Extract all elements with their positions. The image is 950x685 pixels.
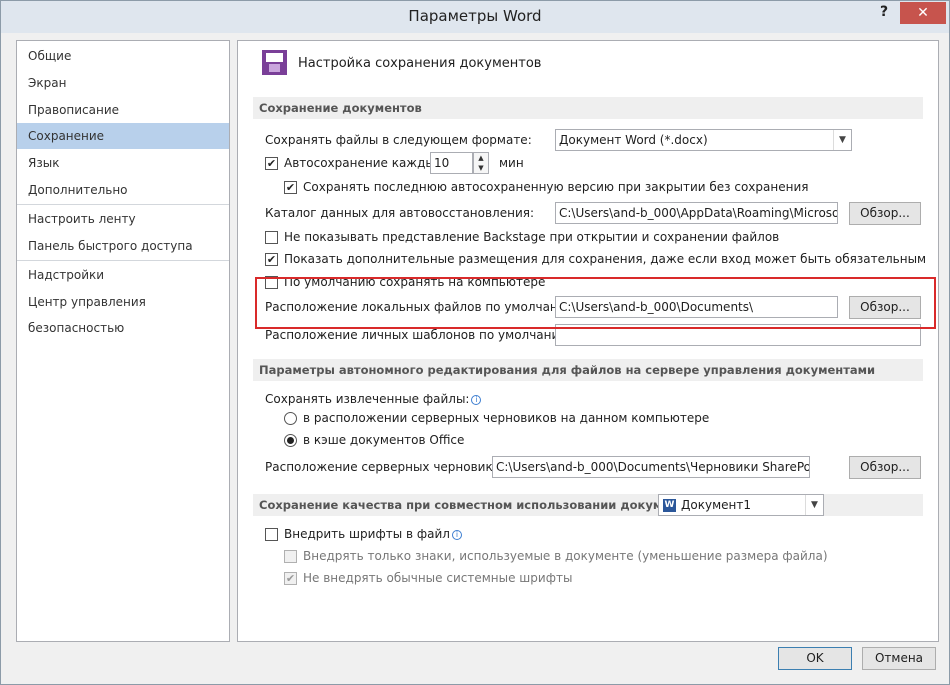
nav-item-customize-ribbon[interactable]: Настроить ленту <box>17 206 229 232</box>
nav-divider <box>17 260 229 261</box>
autosave-minutes-spinner[interactable]: ▲ ▼ <box>473 152 489 174</box>
server-drafts-browse-button[interactable]: Обзор... <box>849 456 921 479</box>
options-nav: Общие Экран Правописание Сохранение Язык… <box>16 40 230 642</box>
section-offline-editing: Параметры автономного редактирования для… <box>253 359 923 381</box>
close-icon: ✕ <box>917 5 929 21</box>
ok-button[interactable]: OK <box>778 647 852 670</box>
radio-selected-dot <box>287 437 294 444</box>
save-floppy-icon <box>262 50 287 75</box>
nav-item-quick-access-toolbar[interactable]: Панель быстрого доступа <box>17 233 229 259</box>
show-more-places-checkbox[interactable]: ✔ <box>265 253 278 266</box>
close-button[interactable]: ✕ <box>900 2 946 24</box>
no-common-fonts-checkbox[interactable]: ✔ <box>284 572 297 585</box>
embed-fonts-checkbox[interactable] <box>265 528 278 541</box>
no-backstage-checkbox[interactable] <box>265 231 278 244</box>
nav-item-proofing[interactable]: Правописание <box>17 97 229 123</box>
embed-used-chars-checkbox[interactable] <box>284 550 297 563</box>
word-options-dialog: Параметры Word ? ✕ Общие Экран Правописа… <box>0 0 950 685</box>
autosave-label: Автосохранение каждые <box>284 156 443 170</box>
nav-divider <box>17 204 229 205</box>
personal-templates-label: Расположение личных шаблонов по умолчани… <box>265 328 574 342</box>
save-to-computer-checkbox[interactable] <box>265 276 278 289</box>
nav-item-trust-center[interactable]: Центр управления безопасностью <box>17 289 229 335</box>
nav-item-save[interactable]: Сохранение <box>17 123 229 149</box>
local-files-location-label: Расположение локальных файлов по умолчан… <box>265 300 580 314</box>
autorecover-browse-button[interactable]: Обзор... <box>849 202 921 225</box>
nav-item-advanced[interactable]: Дополнительно <box>17 177 229 203</box>
personal-templates-input[interactable] <box>555 324 921 346</box>
help-button[interactable]: ? <box>869 4 899 26</box>
radio-server-drafts[interactable] <box>284 412 297 425</box>
page-title: Настройка сохранения документов <box>298 56 542 71</box>
save-format-select[interactable]: Документ Word (*.docx) ▼ <box>555 129 852 151</box>
nav-item-display[interactable]: Экран <box>17 70 229 96</box>
info-icon: i <box>471 395 482 405</box>
radio-office-cache[interactable] <box>284 434 297 447</box>
local-files-browse-button[interactable]: Обзор... <box>849 296 921 319</box>
cancel-button[interactable]: Отмена <box>862 647 936 670</box>
autorecover-location-input[interactable]: C:\Users\and-b_000\AppData\Roaming\Micro… <box>555 202 838 224</box>
options-content: Настройка сохранения документов Сохранен… <box>237 40 939 642</box>
local-files-location-input[interactable]: C:\Users\and-b_000\Documents\ <box>555 296 838 318</box>
fidelity-document-select[interactable]: W Документ1 ▼ <box>658 494 824 516</box>
nav-item-addins[interactable]: Надстройки <box>17 262 229 288</box>
spin-up-icon[interactable]: ▲ <box>474 153 488 163</box>
save-to-computer-label: По умолчанию сохранять на компьютере <box>284 275 546 289</box>
keep-last-autosave-checkbox[interactable]: ✔ <box>284 181 297 194</box>
save-format-value: Документ Word (*.docx) <box>559 133 708 147</box>
embed-used-chars-label: Внедрять только знаки, используемые в до… <box>303 549 828 563</box>
radio-office-cache-label: в кэше документов Office <box>303 433 465 447</box>
no-backstage-label: Не показывать представление Backstage пр… <box>284 230 780 244</box>
autosave-checkbox[interactable]: ✔ <box>265 157 278 170</box>
save-format-label: Сохранять файлы в следующем формате: <box>265 133 532 147</box>
autorecover-location-label: Каталог данных для автовосстановления: <box>265 206 535 220</box>
window-title: Параметры Word <box>408 7 542 25</box>
fidelity-document-value: Документ1 <box>681 498 751 512</box>
show-more-places-label: Показать дополнительные размещения для с… <box>284 252 927 266</box>
section-save-documents: Сохранение документов <box>253 97 923 119</box>
server-drafts-location-label: Расположение серверных черновиков: <box>265 460 512 474</box>
nav-item-general[interactable]: Общие <box>17 43 229 69</box>
keep-last-autosave-label: Сохранять последнюю автосохраненную верс… <box>303 180 809 194</box>
embed-fonts-label: Внедрить шрифты в файл i <box>284 527 462 541</box>
chevron-down-icon: ▼ <box>805 495 823 515</box>
checked-out-files-label: Сохранять извлеченные файлы: i <box>265 392 482 406</box>
server-drafts-location-input[interactable]: C:\Users\and-b_000\Documents\Черновики S… <box>492 456 810 478</box>
info-icon: i <box>451 530 462 540</box>
spin-down-icon[interactable]: ▼ <box>474 163 488 173</box>
autosave-unit-label: мин <box>499 156 524 170</box>
word-document-icon: W <box>663 499 676 512</box>
title-bar: Параметры Word ? ✕ <box>1 1 949 33</box>
nav-item-language[interactable]: Язык <box>17 150 229 176</box>
autosave-minutes-input[interactable]: 10 <box>430 152 473 174</box>
no-common-fonts-label: Не внедрять обычные системные шрифты <box>303 571 573 585</box>
radio-server-drafts-label: в расположении серверных черновиков на д… <box>303 411 710 425</box>
chevron-down-icon: ▼ <box>833 130 851 150</box>
